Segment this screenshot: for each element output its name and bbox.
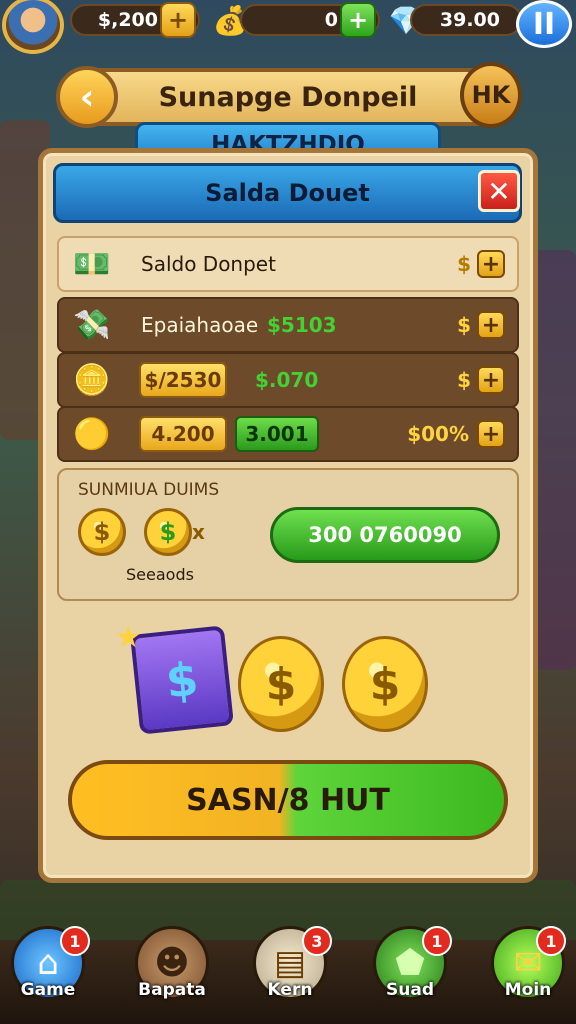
gem-value: 0 — [324, 9, 338, 31]
bonus-subtitle: Seeaods — [126, 565, 194, 584]
row-add-button[interactable]: + — [477, 311, 505, 339]
title-banner: Sunapge Donpeil — [58, 68, 518, 126]
gold-coin-icon: 🟡 — [73, 416, 111, 452]
dollar-coin-icon: $ — [78, 508, 126, 556]
nav-label: Moin — [504, 980, 552, 1000]
nav-item-game[interactable]: ⌂ Game 1 — [8, 926, 90, 1022]
player-avatar[interactable] — [2, 0, 64, 54]
dollar-coin-icon: $ — [144, 508, 192, 556]
nav-item-moin[interactable]: ✉ Moin 1 — [488, 926, 568, 1022]
nav-item-suad[interactable]: ⬟ Suad 1 — [370, 926, 452, 1022]
cash-amount-pill: 3.001 — [235, 416, 319, 452]
list-row-exchange: 🟡 4.200 3.001 $00% + — [57, 406, 519, 462]
panel-header: Salda Douet — [53, 163, 522, 223]
nav-item-kern[interactable]: ▤ Kern 3 — [250, 926, 332, 1022]
pause-button[interactable]: II — [516, 0, 572, 48]
row-value: $5103 — [267, 313, 337, 337]
add-gem-button[interactable]: + — [340, 2, 376, 38]
gold-value: $,200 — [97, 9, 158, 31]
row-value: $.070 — [255, 368, 319, 392]
claim-button[interactable]: 300 0760090 — [270, 507, 500, 563]
row-add-button[interactable]: + — [477, 250, 505, 278]
multiplier-label: x — [192, 520, 205, 544]
nav-item-bapata[interactable]: ☻ Bapata — [132, 926, 212, 1022]
panel-title: Salda Douet — [205, 179, 370, 207]
notification-badge: 1 — [536, 926, 566, 956]
coin-amount-pill: $/2530 — [139, 362, 227, 398]
coin-amount-pill: 4.200 — [139, 416, 227, 452]
main-action-button[interactable]: SASN/8 HUT — [68, 760, 508, 840]
notification-badge: 3 — [302, 926, 332, 956]
cash-bundle-icon: 💵 — [73, 246, 111, 282]
dollar-symbol: $ — [457, 313, 471, 337]
cash-value: 39.00 — [439, 9, 500, 31]
big-coin-icon: $ — [238, 636, 324, 732]
money-pile-icon: 💸 — [73, 307, 111, 343]
coin-stack-icon: 🪙 — [73, 362, 111, 398]
corner-menu-button[interactable]: HK — [460, 62, 522, 128]
nav-label: Bapata — [138, 980, 206, 1000]
list-row-coins: 🪙 $/2530 $.070 $ + — [57, 352, 519, 408]
row-label: Epaiahaoae — [141, 313, 259, 337]
big-coin-icon: $ — [342, 636, 428, 732]
chevron-left-icon: ‹ — [79, 76, 95, 118]
back-button[interactable]: ‹ — [56, 66, 118, 128]
row-add-button[interactable]: + — [477, 420, 505, 448]
notification-badge: 1 — [422, 926, 452, 956]
list-row-balance: 💵 Saldo Donpet $ + — [57, 236, 519, 292]
row-label: Saldo Donpet — [141, 252, 276, 276]
star-icon: ★ — [115, 620, 142, 655]
row-value: $00% — [407, 422, 469, 446]
cash-counter: 39.00 — [410, 4, 522, 36]
close-button[interactable]: ✕ — [478, 170, 520, 212]
dollar-symbol: $ — [457, 368, 471, 392]
nav-label: Suad — [386, 980, 434, 1000]
top-resource-bar: $,200 + 💰 0 + 💎 39.00 II — [0, 0, 576, 54]
row-add-button[interactable]: + — [477, 366, 505, 394]
page-title: Sunapge Donpeil — [158, 81, 418, 113]
reward-card-icon: $ — [130, 625, 234, 735]
nav-label: Game — [20, 980, 76, 1000]
list-row-income: 💸 Epaiahaoae $5103 $ + — [57, 297, 519, 353]
notification-badge: 1 — [60, 926, 90, 956]
dollar-symbol: $ — [457, 252, 471, 276]
add-gold-button[interactable]: + — [160, 2, 196, 38]
nav-label: Kern — [267, 980, 313, 1000]
bonus-title: SUNMIUA DUIMS — [78, 480, 220, 500]
